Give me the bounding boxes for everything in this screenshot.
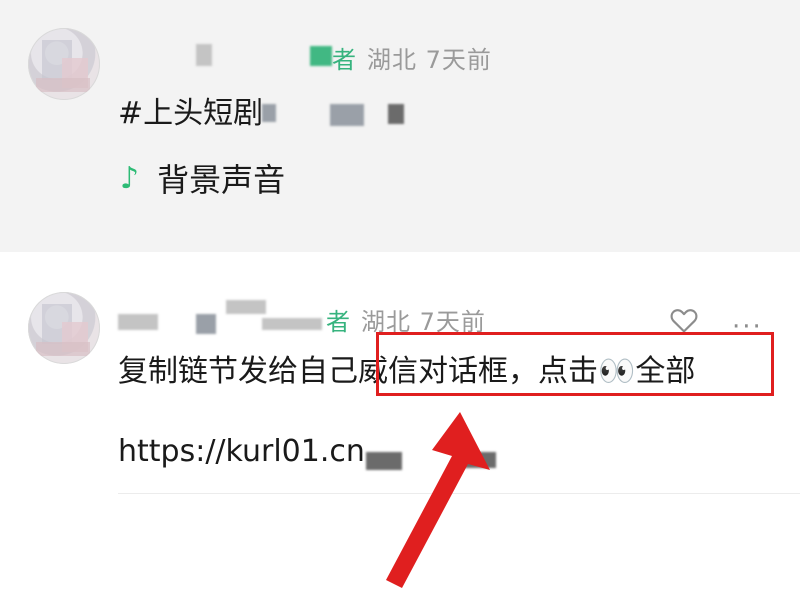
location: 湖北 (367, 46, 417, 74)
comment-card-1: 者湖北 7天前 #上头短剧 ♪ 背景声音 (0, 0, 800, 252)
avatar[interactable] (28, 28, 100, 100)
username-blur[interactable] (196, 44, 212, 66)
username-blur[interactable] (310, 46, 332, 66)
username-blur[interactable] (226, 300, 266, 314)
hashtag-blur (388, 104, 404, 124)
timestamp: 7天前 (425, 46, 492, 74)
background-music[interactable]: ♪ 背景声音 (120, 155, 285, 201)
music-note-icon: ♪ (120, 160, 140, 196)
red-arrow-icon (386, 412, 490, 588)
comment-link[interactable]: https://kurl01.cn (118, 434, 365, 469)
hashtag[interactable]: #上头短剧 (118, 88, 263, 132)
hashtag-blur (262, 104, 276, 122)
author-suffix: 者 (326, 308, 351, 336)
username-blur[interactable] (196, 314, 216, 334)
username-blur[interactable] (118, 314, 158, 330)
hashtag-blur (330, 104, 364, 126)
avatar[interactable] (28, 292, 100, 364)
author-suffix: 者 (332, 46, 357, 74)
username-blur[interactable] (262, 318, 322, 330)
music-label: 背景声音 (157, 161, 286, 199)
highlight-box (376, 332, 774, 396)
comment-meta: 者湖北 7天前 (332, 40, 492, 75)
